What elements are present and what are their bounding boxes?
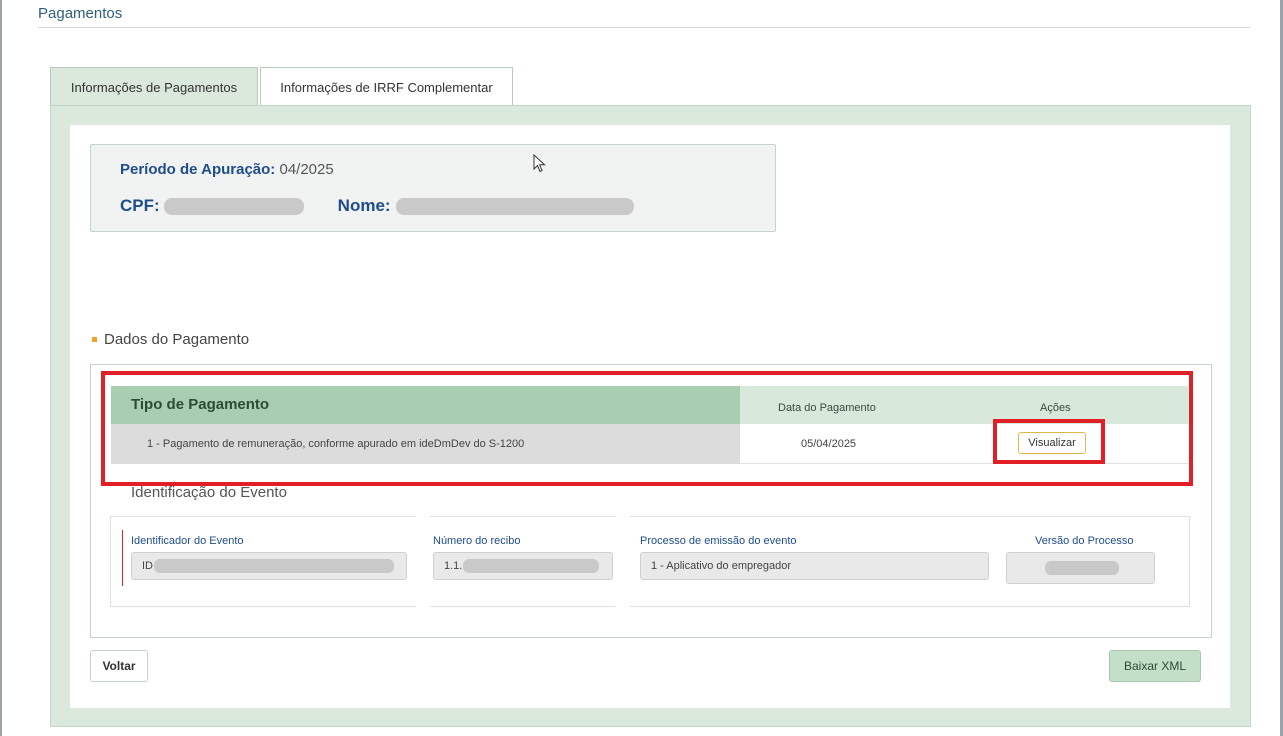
versao-field[interactable] [1006, 552, 1155, 584]
nome-label: Nome: [337, 196, 391, 215]
required-accent [122, 530, 123, 586]
periodo-value: 04/2025 [279, 161, 334, 178]
recibo-prefix: 1.1. [444, 560, 463, 572]
cpf-redacted [163, 197, 304, 215]
identificador-field[interactable]: ID [131, 552, 407, 580]
voltar-button[interactable]: Voltar [90, 650, 148, 682]
section-title: Dados do Pagamento [104, 331, 250, 348]
highlight-box-visualizar [993, 419, 1105, 464]
processo-label: Processo de emissão do evento [640, 535, 797, 547]
identificador-label: Identificador do Evento [131, 535, 244, 547]
identificador-prefix: ID [142, 560, 153, 572]
recibo-field[interactable]: 1.1. [433, 552, 613, 580]
cpf-label: CPF: [120, 196, 160, 215]
cpf-nome-row: CPF: Nome: [120, 196, 634, 216]
square-bullet-icon [92, 337, 97, 342]
periodo-apuracao: Período de Apuração: 04/2025 [120, 161, 334, 178]
window-frame-left [0, 0, 2, 736]
nome-redacted [395, 197, 634, 215]
recibo-redacted [463, 559, 600, 573]
column-gap [416, 516, 430, 607]
versao-label: Versão do Processo [1035, 535, 1134, 547]
title-divider [38, 27, 1250, 28]
dados-pagamento-section: Dados do Pagamento [92, 331, 249, 348]
worker-info-box [90, 144, 776, 232]
recibo-label: Número do recibo [433, 535, 521, 547]
page-title: Pagamentos [38, 5, 123, 22]
column-gap [616, 516, 630, 607]
mouse-pointer-icon [533, 154, 546, 173]
tab-informacoes-irrf-complementar[interactable]: Informações de IRRF Complementar [260, 67, 513, 106]
processo-field[interactable]: 1 - Aplicativo do empregador [640, 552, 989, 580]
identificador-redacted [154, 559, 394, 573]
baixar-xml-button[interactable]: Baixar XML [1109, 650, 1201, 682]
tab-informacoes-pagamentos[interactable]: Informações de Pagamentos [50, 67, 258, 106]
versao-redacted [1045, 561, 1119, 575]
periodo-label: Período de Apuração: [120, 161, 276, 178]
identificacao-title: Identificação do Evento [131, 484, 287, 501]
